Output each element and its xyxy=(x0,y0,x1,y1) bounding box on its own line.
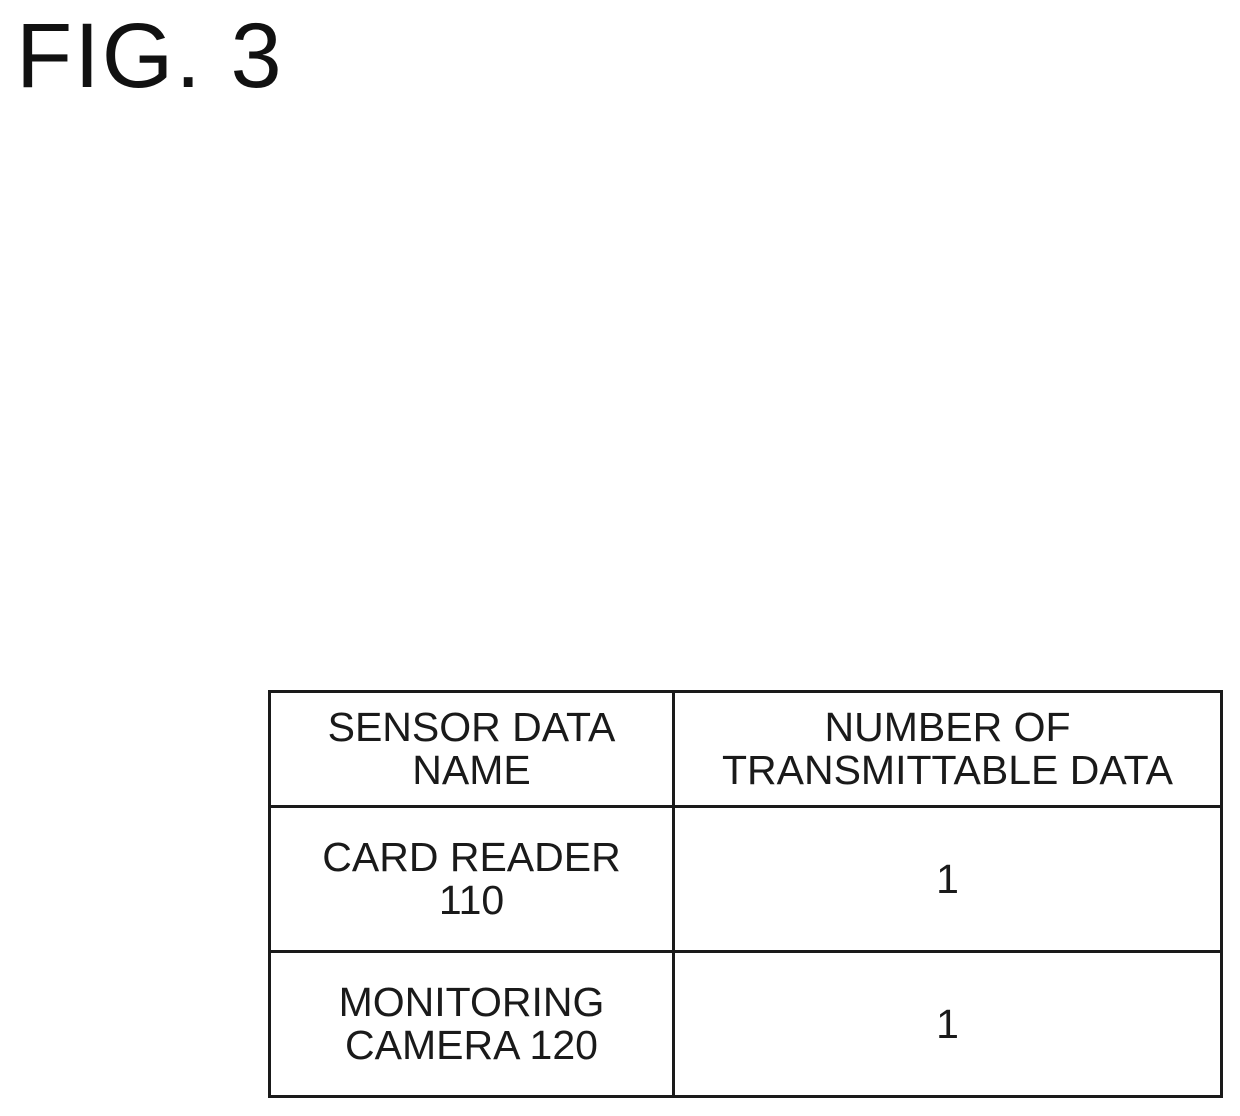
cell-line: 110 xyxy=(438,877,505,923)
header-sensor-data-name: SENSOR DATA NAME xyxy=(268,690,675,808)
header-line: NAME xyxy=(412,747,531,793)
cell-sensor-name: CARD READER 110 xyxy=(268,805,675,953)
header-line: SENSOR DATA xyxy=(327,704,616,750)
table-row: MONITORING CAMERA 120 1 xyxy=(268,950,1223,1098)
header-line: NUMBER OF xyxy=(824,704,1071,750)
cell-line: CAMERA 120 xyxy=(345,1022,598,1068)
cell-transmittable-count: 1 xyxy=(672,805,1223,953)
cell-line: MONITORING xyxy=(338,979,605,1025)
cell-line: CARD READER xyxy=(322,834,621,880)
cell-transmittable-count: 1 xyxy=(672,950,1223,1098)
cell-sensor-name: MONITORING CAMERA 120 xyxy=(268,950,675,1098)
table-header-row: SENSOR DATA NAME NUMBER OF TRANSMITTABLE… xyxy=(268,690,1223,808)
header-number-of-transmittable-data: NUMBER OF TRANSMITTABLE DATA xyxy=(672,690,1223,808)
header-line: TRANSMITTABLE DATA xyxy=(721,747,1174,793)
table-row: CARD READER 110 1 xyxy=(268,805,1223,953)
sensor-data-table: SENSOR DATA NAME NUMBER OF TRANSMITTABLE… xyxy=(268,690,1223,1098)
figure-title: FIG. 3 xyxy=(16,5,284,107)
